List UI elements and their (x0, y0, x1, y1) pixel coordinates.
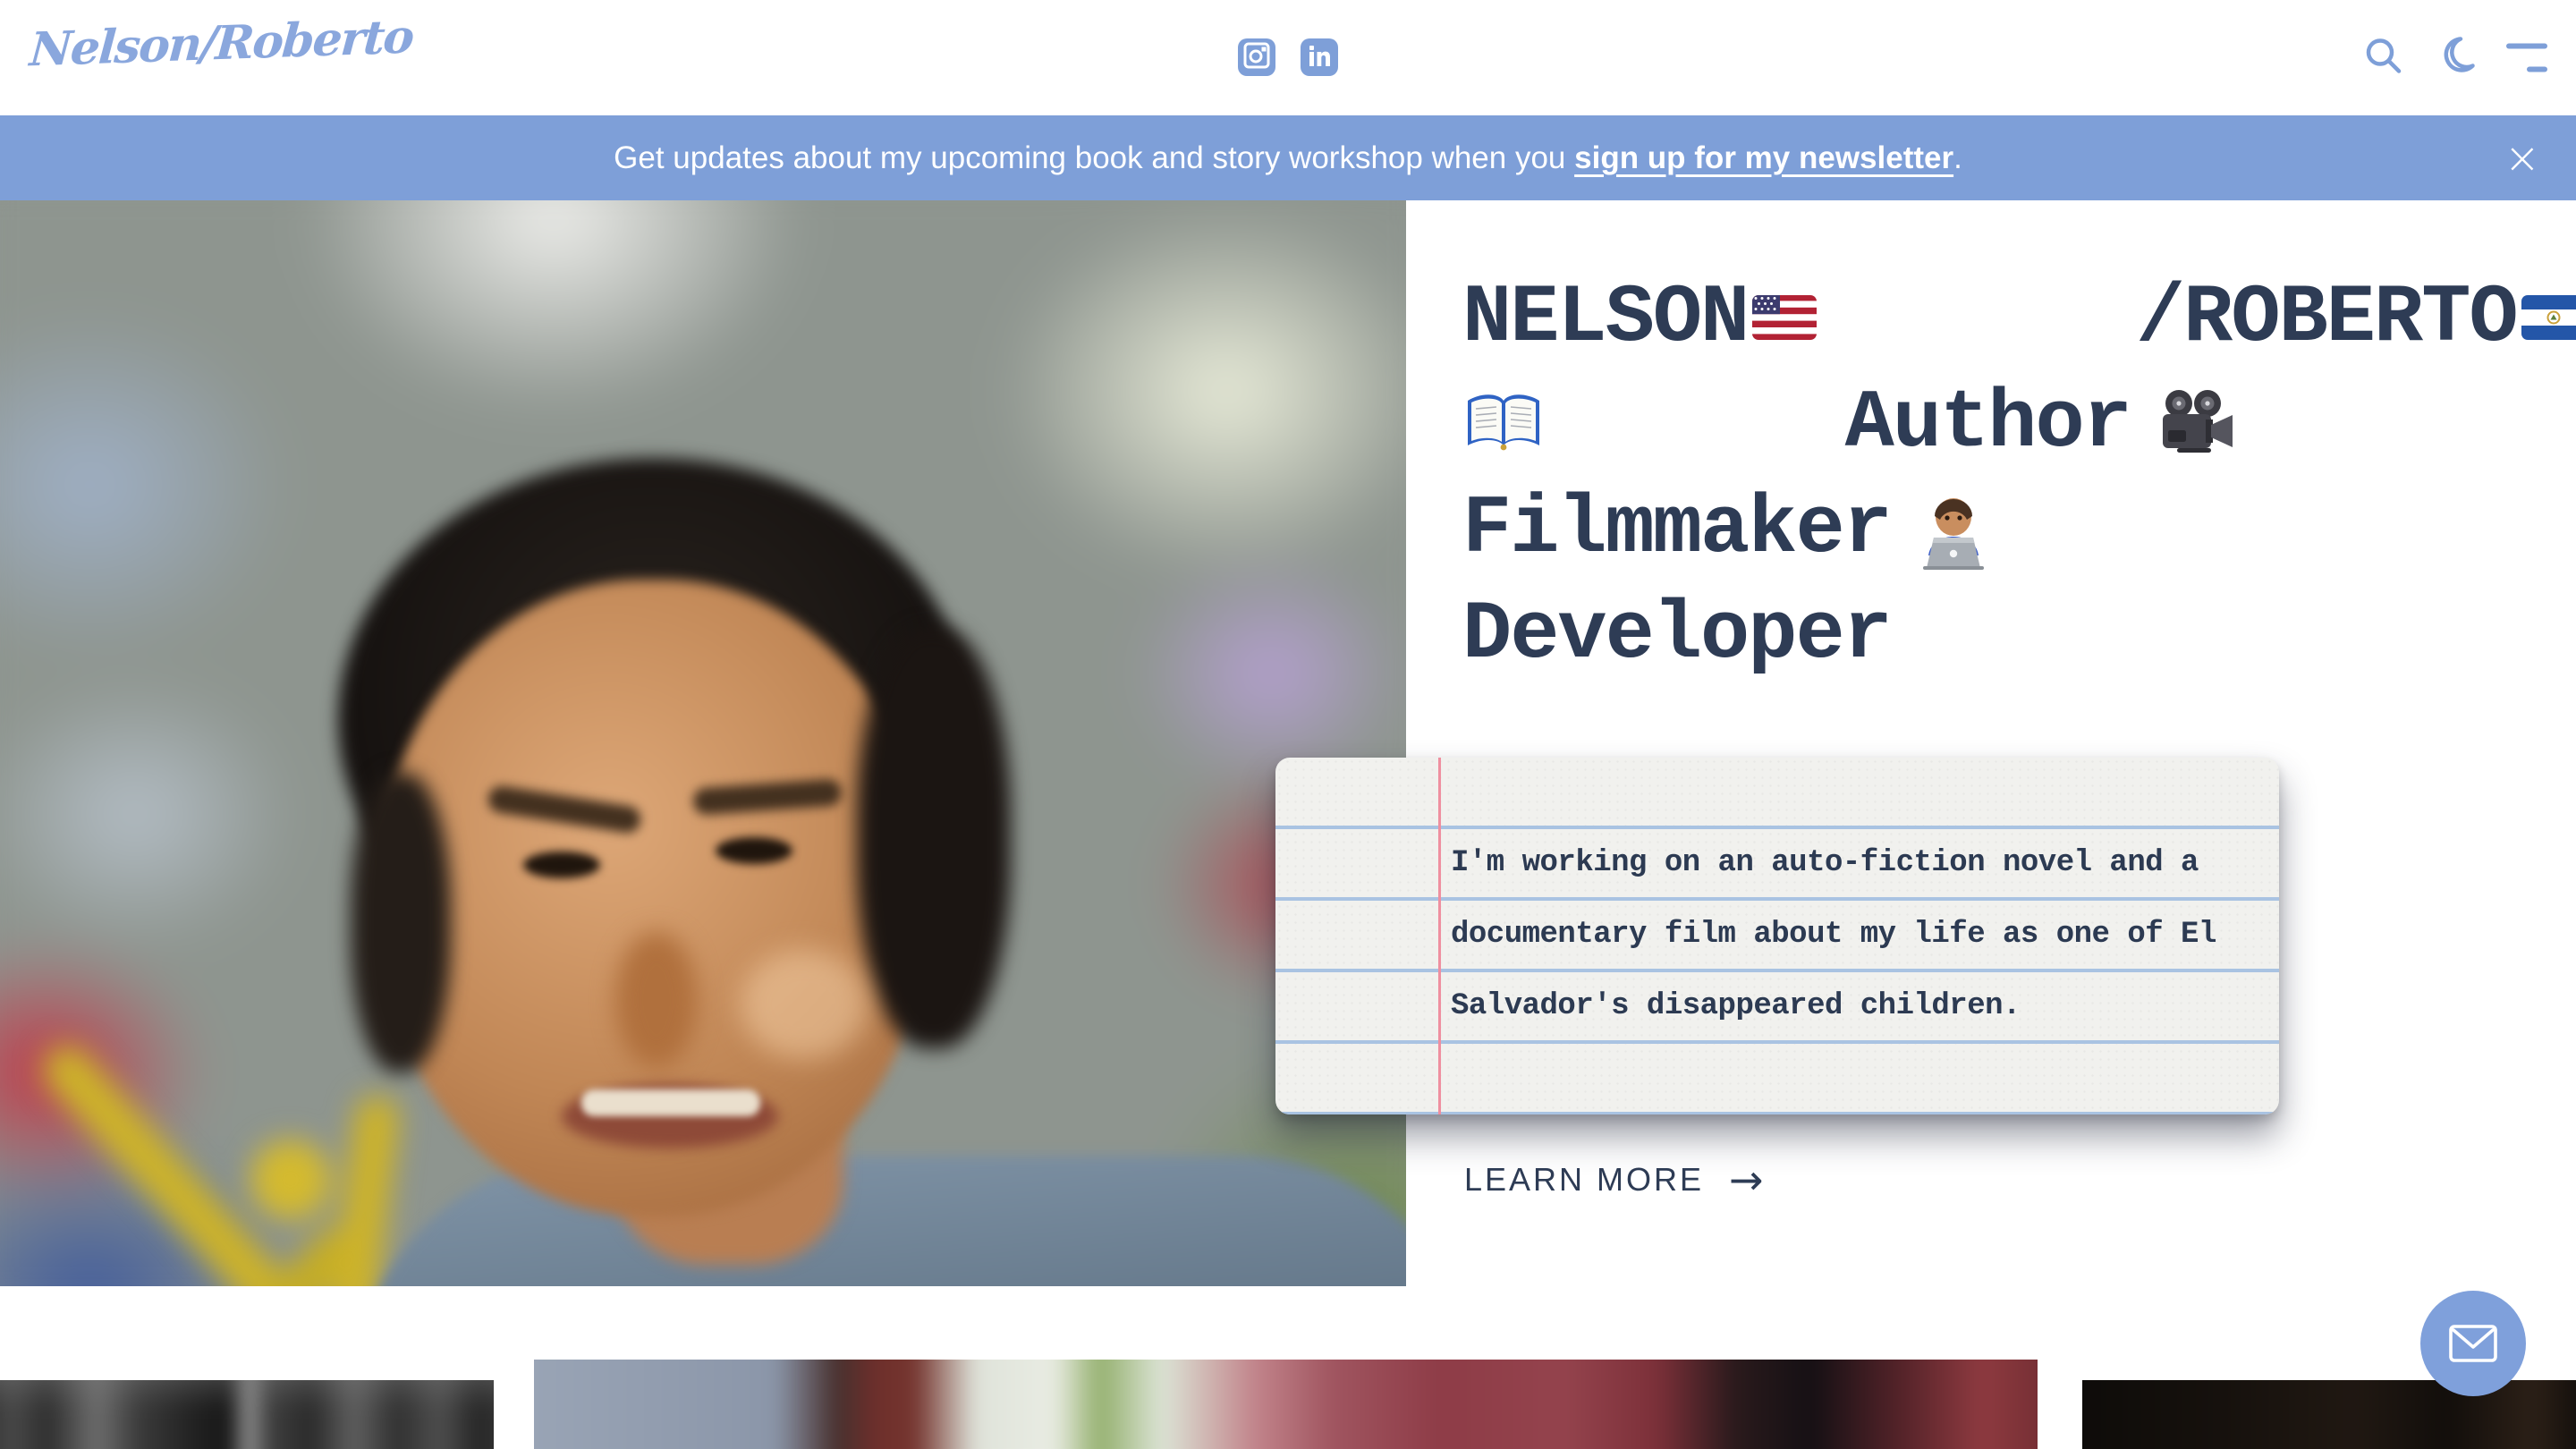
gallery-thumb-1[interactable] (0, 1380, 494, 1449)
newsletter-signup-link[interactable]: sign up for my newsletter (1574, 140, 1953, 175)
contact-fab[interactable] (2420, 1291, 2526, 1396)
navbar-actions (2363, 36, 2547, 80)
note-text: I'm working on an auto-fiction novel and… (1451, 827, 2259, 1042)
gallery-thumb-2[interactable] (534, 1360, 2038, 1449)
gallery-thumb-3[interactable] (2082, 1380, 2576, 1449)
announcement-banner: Get updates about my upcoming book and s… (0, 115, 2576, 200)
instagram-link[interactable] (1238, 38, 1275, 76)
linkedin-icon (1306, 42, 1333, 73)
announcement-text-after: . (1953, 140, 1962, 175)
page: Nelson/Roberto (0, 0, 2576, 1449)
learn-more-label: LEARN MORE (1464, 1161, 1704, 1199)
announcement-text-before: Get updates about my upcoming book and s… (614, 140, 1574, 175)
social-links (1238, 38, 1338, 76)
open-book-icon (1462, 202, 1843, 644)
search-button[interactable] (2363, 36, 2404, 80)
navbar: Nelson/Roberto (0, 0, 2576, 115)
hero-title: NELSON (1462, 265, 2321, 687)
envelope-icon (2449, 1325, 2497, 1362)
hamburger-icon (2506, 43, 2547, 72)
note-card: I'm working on an auto-fiction novel and… (1275, 758, 2279, 1114)
announcement-text: Get updates about my upcoming book and s… (614, 140, 1962, 176)
moon-icon (2435, 36, 2476, 80)
banner-close-button[interactable]: × (2499, 136, 2546, 181)
man-technologist-icon (1912, 300, 2293, 758)
dark-mode-toggle[interactable] (2435, 36, 2476, 80)
learn-more-link[interactable]: LEARN MORE → (1464, 1156, 1764, 1204)
search-icon (2363, 36, 2404, 80)
site-logo[interactable]: Nelson/Roberto (28, 10, 414, 78)
hero-role-filmmaker: Filmmaker (1462, 482, 1891, 576)
arrow-right-icon: → (1729, 1156, 1764, 1204)
menu-button[interactable] (2506, 43, 2547, 72)
instagram-icon (1243, 42, 1270, 73)
linkedin-link[interactable] (1301, 38, 1338, 76)
hero-photo (0, 200, 1406, 1286)
hero-role-developer: Developer (1462, 588, 1891, 682)
